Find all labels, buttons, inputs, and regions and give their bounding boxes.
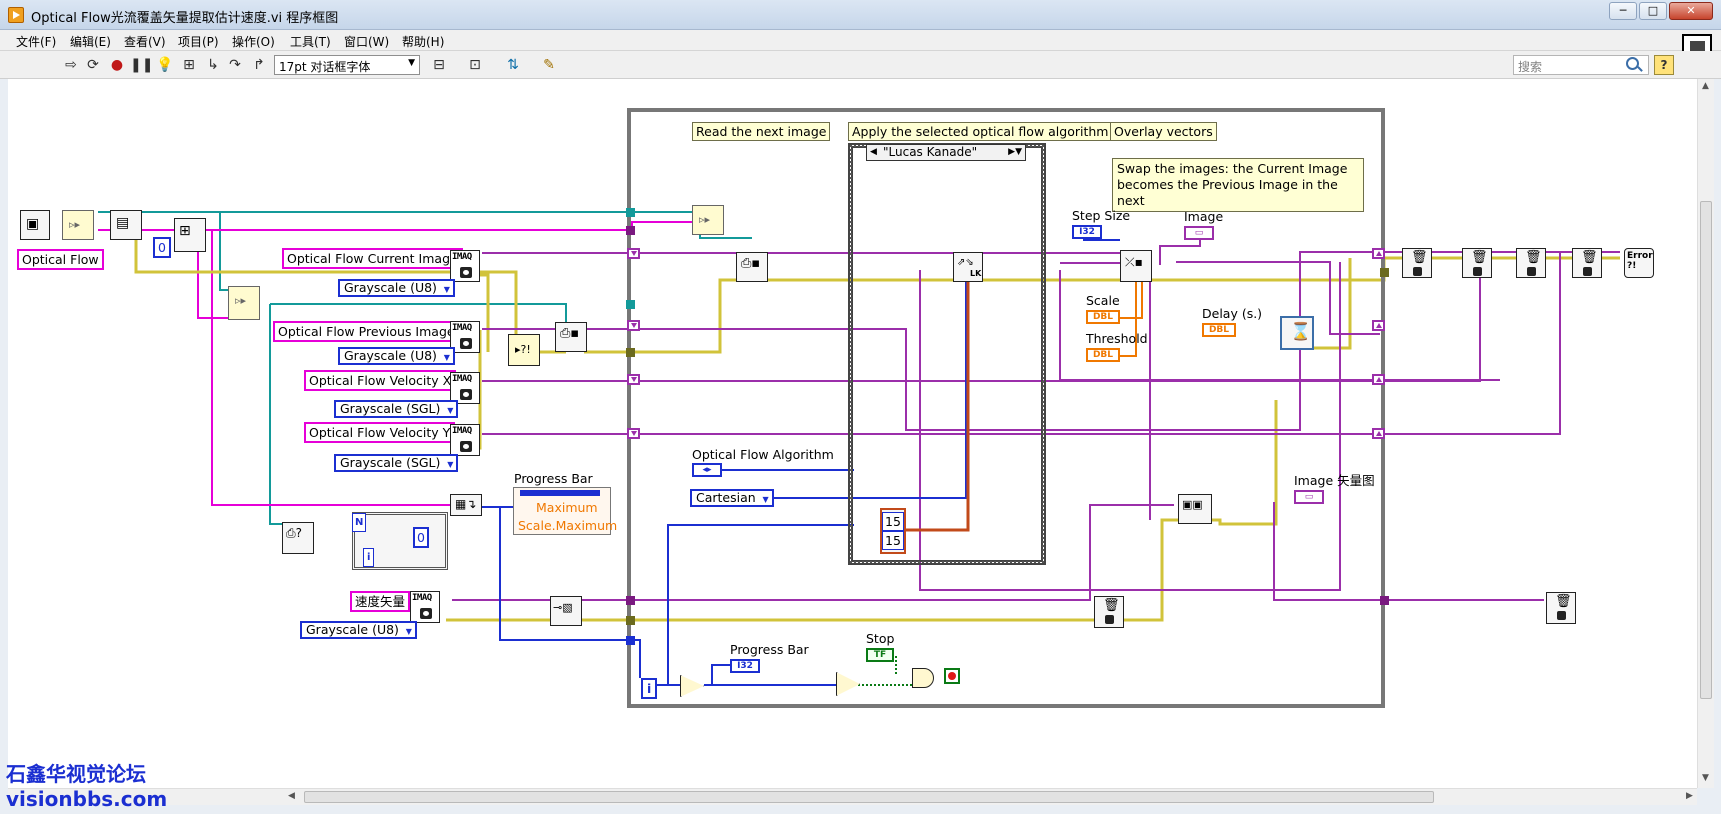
avi-info-node[interactable]: ⎙? [282,522,314,554]
shift-register-right-4[interactable] [1372,428,1385,439]
progress-bar-terminal[interactable]: I32 [730,659,760,673]
image-terminal[interactable]: ▭ [1184,226,1214,240]
label-delay: Delay (s.) [1202,306,1263,321]
tunnel-error-out [1380,268,1389,277]
image-copy-node[interactable]: ▣▣ [1178,494,1212,524]
grayscale-u8-const-3[interactable]: Grayscale (U8) [300,621,417,639]
label-optical-flow[interactable]: Optical Flow [17,249,104,270]
horizontal-scrollbar[interactable]: ◀ ▶ [8,788,1697,805]
get-path-node[interactable]: ▤ [110,210,142,240]
dispose-vector-node[interactable] [1094,596,1124,628]
tunnel-image-out [1380,596,1389,605]
index-array-node[interactable]: ⊞ [174,218,206,252]
shift-register-left-1[interactable] [627,248,640,259]
wait-timer-node[interactable]: ⌛ [1280,316,1314,350]
optical-flow-algorithm-terminal[interactable]: ◂▸ [692,463,722,477]
case-structure[interactable] [848,143,1046,565]
or-node[interactable] [912,668,934,688]
overlay-vectors-node[interactable]: ⤫▪ [1120,250,1152,282]
label-image-vector: Image 矢量图 [1294,473,1375,488]
grayscale-u8-const-2[interactable]: Grayscale (U8) [338,347,455,365]
loop-iteration-terminal[interactable]: i [641,678,658,699]
array-size-node[interactable]: ▦↴ [450,494,482,516]
imaq-create-velocity-y[interactable]: IMAQ [450,424,480,456]
label-progress-bar: Progress Bar [514,471,593,486]
label-previous-image[interactable]: Optical Flow Previous Image [273,321,460,342]
step-size-terminal[interactable]: I32 [1072,225,1102,239]
window-size-value-2[interactable]: 15 [882,531,904,550]
property-maximum[interactable]: Maximum [536,499,598,516]
dispose-image-node-2[interactable] [1462,248,1492,278]
label-velocity-vector[interactable]: 速度矢量 [350,591,411,612]
image-vector-terminal[interactable]: ▭ [1294,490,1324,504]
imaq-create-current[interactable]: IMAQ [450,250,480,282]
shift-register-right-3[interactable] [1372,374,1385,385]
label-current-image[interactable]: Optical Flow Current Image [282,248,463,269]
unbundle-node-inner[interactable] [692,205,724,235]
shift-register-left-3[interactable] [627,374,640,385]
label-velocity-x[interactable]: Optical Flow Velocity X [304,370,457,391]
stop-terminal[interactable]: TF [866,648,894,662]
loop-condition-terminal[interactable] [944,668,960,684]
dispose-image-node-1[interactable] [1402,248,1432,278]
inner-zero-constant[interactable]: 0 [413,527,429,548]
tunnel-vector-in [626,596,635,605]
read-frame-node-outer[interactable]: ⎙▪ [555,322,587,352]
vertical-scrollbar[interactable]: ▲ ▼ [1697,79,1714,788]
comment-overlay-vectors: Overlay vectors [1110,122,1217,141]
tunnel-error-in [626,348,635,357]
read-frame-node-inner[interactable]: ⎙▪ [736,252,768,282]
dispose-image-node-5[interactable] [1546,592,1576,624]
tunnel-frames-in [626,636,635,645]
unbundle-node-2[interactable] [228,286,260,320]
cartesian-const[interactable]: Cartesian [690,489,774,507]
delay-terminal[interactable]: DBL [1202,323,1236,337]
scale-terminal[interactable]: DBL [1086,310,1120,324]
for-loop-n-terminal[interactable]: N [352,513,367,532]
dispose-image-node-4[interactable] [1572,248,1602,278]
horizontal-scroll-thumb[interactable] [304,791,1434,803]
label-progress-bar-inner: Progress Bar [730,642,809,657]
lucas-kanade-node[interactable]: ⇗⇘ LK [953,252,983,282]
label-velocity-y[interactable]: Optical Flow Velocity Y [304,422,456,443]
label-stop: Stop [866,631,895,646]
tunnel-session-1 [626,208,635,217]
shift-register-left-4[interactable] [627,428,640,439]
shift-register-right-1[interactable] [1372,248,1385,259]
window-size-value-1[interactable]: 15 [882,512,904,531]
for-loop-i-terminal[interactable]: i [363,548,375,567]
tunnel-error-2 [626,616,635,625]
comment-swap-images: Swap the images: the Current Image becom… [1112,158,1364,212]
shift-register-left-2[interactable] [627,320,640,331]
merge-errors-node[interactable]: ▸?! [508,334,540,366]
dispose-image-node-3[interactable] [1516,248,1546,278]
unbundle-node-1[interactable] [62,210,94,240]
watermark-forum: 石鑫华视觉论坛 [6,762,146,786]
imaq-create-vector[interactable]: IMAQ [410,591,440,623]
tunnel-session-2 [626,300,635,309]
label-threshold: Threshold [1086,331,1148,346]
simple-error-handler-node[interactable]: Error?! [1624,248,1654,278]
label-image: Image [1184,209,1224,224]
vertical-scroll-thumb[interactable] [1700,201,1712,699]
grayscale-sgl-const-2[interactable]: Grayscale (SGL) [334,454,459,472]
shift-register-right-2[interactable] [1372,320,1385,331]
label-step-size: Step Size [1072,208,1131,223]
progress-bar-reference [520,490,600,496]
case-selector[interactable]: ◀ "Lucas Kanade" ▶▼ [866,144,1026,161]
grayscale-u8-const-1[interactable]: Grayscale (U8) [338,279,455,297]
comment-read-image: Read the next image [692,122,831,141]
vector-draw-node[interactable]: ⊸▧ [550,596,582,626]
label-scale: Scale [1086,293,1120,308]
watermark-url: visionbbs.com [6,787,168,811]
tunnel-labels-in [626,226,635,235]
zero-constant[interactable]: 0 [153,237,171,258]
grayscale-sgl-const-1[interactable]: Grayscale (SGL) [334,400,459,418]
open-avi-node[interactable]: ▣ [20,210,50,240]
threshold-terminal[interactable]: DBL [1086,348,1120,362]
property-scale-maximum[interactable]: Scale.Maximum [518,517,617,534]
label-optical-flow-algorithm: Optical Flow Algorithm [692,447,834,462]
comment-apply-algorithm: Apply the selected optical flow algorith… [848,122,1113,141]
